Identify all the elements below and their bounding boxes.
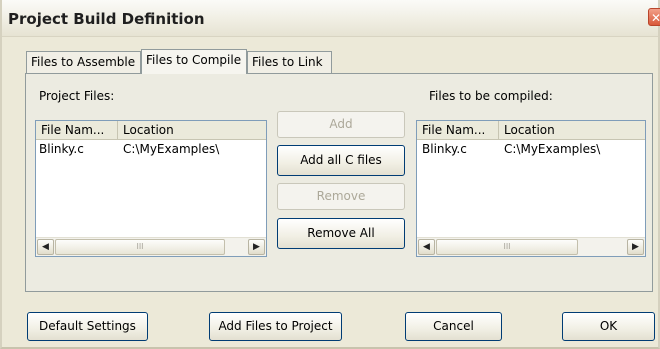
location-cell[interactable]: C:\MyExamples\: [504, 141, 600, 157]
horizontal-scrollbar[interactable]: ◀ III ▶: [36, 237, 266, 256]
scroll-left-icon[interactable]: ◀: [37, 239, 54, 255]
close-button[interactable]: ✕: [648, 8, 660, 26]
location-cell[interactable]: C:\MyExamples\: [123, 141, 219, 157]
tab-files-to-link[interactable]: Files to Link: [247, 51, 332, 73]
remove-all-button[interactable]: Remove All: [277, 218, 405, 249]
file-name-cell[interactable]: Blinky.c: [422, 141, 467, 157]
project-files-label: Project Files:: [39, 89, 115, 103]
scroll-left-icon[interactable]: ◀: [418, 239, 435, 255]
tab-files-to-assemble[interactable]: Files to Assemble: [26, 51, 141, 73]
scroll-right-icon[interactable]: ▶: [248, 239, 265, 255]
horizontal-scrollbar[interactable]: ◀ III ▶: [417, 237, 645, 256]
tab-files-to-compile[interactable]: Files to Compile: [141, 49, 247, 74]
project-files-list[interactable]: File Nam... Location Blinky.c C:\MyExamp…: [35, 120, 267, 257]
add-button[interactable]: Add: [277, 111, 405, 138]
file-name-cell[interactable]: Blinky.c: [39, 141, 84, 157]
files-to-be-compiled-label: Files to be compiled:: [429, 89, 553, 103]
column-header-location[interactable]: Location: [118, 121, 268, 139]
title-bar[interactable]: Project Build Definition ✕: [2, 0, 660, 37]
list-header: File Nam... Location: [36, 121, 266, 140]
scroll-right-icon[interactable]: ▶: [627, 239, 644, 255]
column-header-file-name[interactable]: File Nam...: [417, 121, 499, 139]
scroll-thumb[interactable]: III: [55, 239, 225, 255]
tab-label: Files to Link: [252, 55, 323, 69]
default-settings-button[interactable]: Default Settings: [27, 312, 148, 341]
add-files-to-project-button[interactable]: Add Files to Project: [209, 312, 342, 341]
tab-label: Files to Assemble: [31, 55, 136, 69]
remove-button[interactable]: Remove: [277, 183, 405, 210]
tab-label: Files to Compile: [146, 53, 242, 67]
scroll-thumb[interactable]: III: [436, 239, 578, 255]
ok-button[interactable]: OK: [562, 312, 655, 341]
list-header: File Nam... Location: [417, 121, 645, 140]
project-build-definition-dialog: Project Build Definition ✕ Files to Asse…: [0, 0, 660, 349]
add-all-c-files-button[interactable]: Add all C files: [277, 145, 405, 176]
dialog-title: Project Build Definition: [8, 10, 205, 28]
column-header-file-name[interactable]: File Nam...: [36, 121, 118, 139]
files-to-be-compiled-list[interactable]: File Nam... Location Blinky.c C:\MyExamp…: [416, 120, 646, 257]
close-icon: ✕: [650, 11, 660, 25]
column-header-location[interactable]: Location: [499, 121, 647, 139]
cancel-button[interactable]: Cancel: [405, 312, 502, 341]
